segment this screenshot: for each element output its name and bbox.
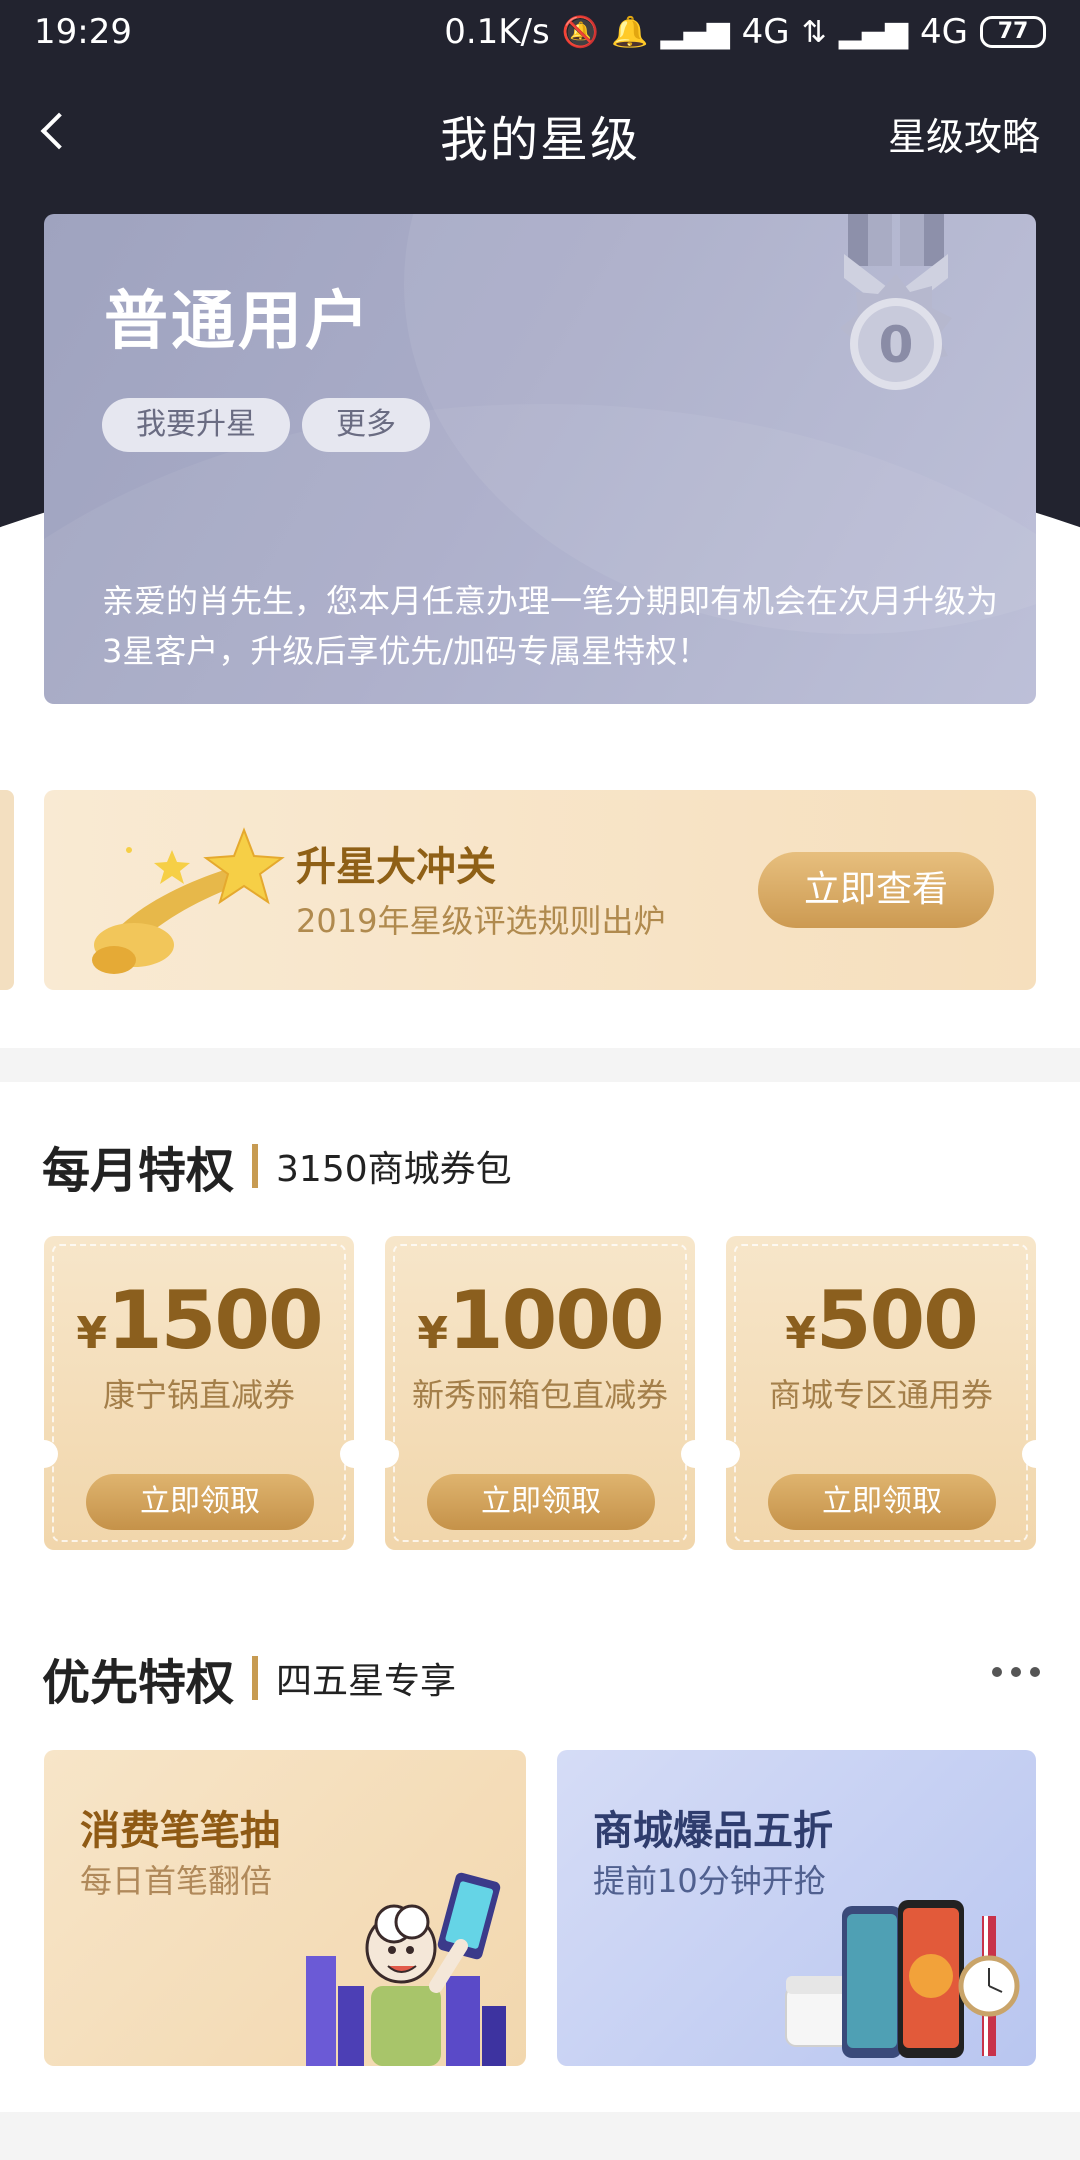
privilege-subtitle: 每日首笔翻倍: [80, 1862, 273, 1900]
star-guide-link[interactable]: 星级攻略: [888, 106, 1040, 161]
membership-description: 亲爱的肖先生，您本月任意办理一笔分期即有机会在次月升级为3星客户，升级后享优先/…: [102, 582, 999, 670]
shooting-star-icon: [92, 827, 285, 974]
currency-symbol: ¥: [417, 1308, 448, 1359]
privilege-title: 消费笔笔抽: [80, 1808, 280, 1854]
claim-coupon-button[interactable]: 立即领取: [86, 1474, 314, 1530]
coupon-name: 商城专区通用券: [768, 1376, 993, 1414]
title-bar: 我的星级 星级攻略: [0, 90, 1080, 170]
view-now-button[interactable]: 立即查看: [758, 852, 994, 928]
signal-icon-2: ▂▄▆: [838, 14, 909, 50]
section-subtitle: 3150商城券包: [276, 1149, 512, 1190]
coupon-card: ¥1500 康宁锅直减券 立即领取: [44, 1236, 354, 1550]
more-button[interactable]: 更多: [302, 398, 430, 452]
data-transfer-icon: ⇅: [801, 14, 827, 50]
previous-banner-edge[interactable]: [0, 790, 14, 990]
network-speed: 0.1K/s: [444, 12, 550, 52]
coupon-name: 新秀丽箱包直减券: [411, 1376, 668, 1414]
claim-coupon-button[interactable]: 立即领取: [768, 1474, 996, 1530]
status-time: 19:29: [34, 12, 132, 52]
bell-icon: 🔔: [611, 14, 649, 50]
mute-icon: 🔕: [561, 14, 600, 50]
coupon-amount: ¥1000: [385, 1274, 695, 1367]
coupon-amount: ¥1500: [44, 1274, 354, 1367]
privilege-card-lottery[interactable]: 消费笔笔抽 每日首笔翻倍: [44, 1750, 526, 2066]
coupon-name: 康宁锅直减券: [102, 1376, 295, 1414]
signal-icon: ▂▄▆: [660, 14, 730, 50]
privilege-title: 商城爆品五折: [593, 1808, 833, 1854]
signal-label-2: 4G: [920, 12, 968, 52]
coupon-value: 1500: [106, 1274, 324, 1367]
membership-card: 普通用户 我要升星 更多 0 亲爱的肖先生，您本月任意办理一笔分期即有机会在次月…: [44, 214, 1036, 704]
medal-level-number: 0: [879, 316, 914, 374]
signal-label-1: 4G: [741, 12, 790, 52]
privilege-card-half-price[interactable]: 商城爆品五折 提前10分钟开抢: [557, 1750, 1036, 2066]
section-divider: [0, 1048, 1080, 1082]
monthly-privileges-header: 每月特权 3150商城券包: [42, 1136, 512, 1199]
currency-symbol: ¥: [785, 1308, 816, 1359]
banner-title: 升星大冲关: [296, 844, 496, 890]
section-subtitle: 四五星专享: [276, 1661, 457, 1702]
coupon-card: ¥1000 新秀丽箱包直减券 立即领取: [385, 1236, 695, 1550]
bottom-divider: [0, 2112, 1080, 2160]
coupon-card: ¥500 商城专区通用券 立即领取: [726, 1236, 1036, 1550]
cartoon-character-illustration: [306, 1872, 506, 2066]
section-accent-bar: [252, 1144, 259, 1188]
currency-symbol: ¥: [76, 1308, 107, 1359]
status-indicators: 0.1K/s 🔕 🔔 ▂▄▆ 4G ⇅ ▂▄▆ 4G 77: [444, 12, 1046, 52]
coupon-value: 500: [815, 1274, 979, 1367]
status-bar: 19:29 0.1K/s 🔕 🔔 ▂▄▆ 4G ⇅ ▂▄▆ 4G 77: [0, 0, 1080, 70]
more-options-icon[interactable]: [992, 1662, 1040, 1682]
battery-icon: 77: [980, 16, 1046, 48]
star-level-medal-icon: 0: [840, 214, 952, 390]
section-accent-bar: [252, 1656, 259, 1700]
membership-actions: 我要升星 更多: [102, 398, 430, 452]
upgrade-star-button[interactable]: 我要升星: [102, 398, 290, 452]
coupon-value: 1000: [447, 1274, 665, 1367]
section-title: 每月特权: [42, 1143, 235, 1199]
banner-subtitle: 2019年星级评选规则出炉: [296, 902, 666, 940]
section-title: 优先特权: [42, 1655, 235, 1711]
priority-privileges-header: 优先特权 四五星专享: [42, 1648, 457, 1711]
membership-level-name: 普通用户: [104, 285, 372, 359]
promo-banner[interactable]: 升星大冲关 2019年星级评选规则出炉 立即查看: [44, 790, 1036, 990]
coupon-amount: ¥500: [726, 1274, 1036, 1367]
claim-coupon-button[interactable]: 立即领取: [427, 1474, 655, 1530]
products-illustration: [785, 1900, 1020, 2058]
